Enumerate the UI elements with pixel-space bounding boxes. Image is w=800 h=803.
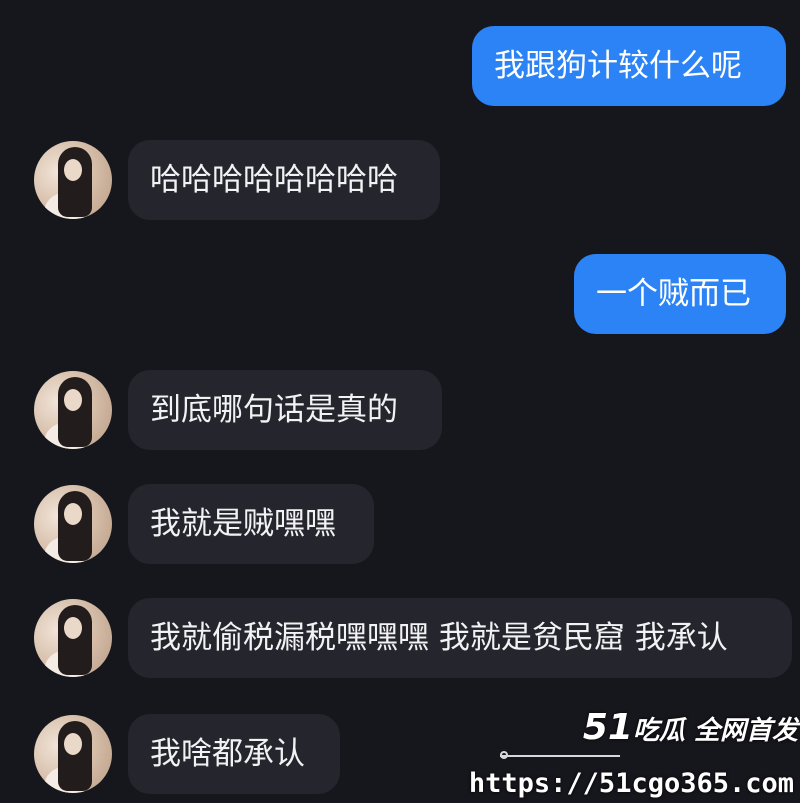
contact-avatar[interactable] (34, 599, 112, 677)
watermark-brand-text: 吃瓜 全网首发 (632, 716, 798, 746)
outgoing-message-bubble[interactable]: 我跟狗计较什么呢 (472, 26, 786, 106)
contact-avatar[interactable] (34, 371, 112, 449)
watermark-divider (500, 755, 620, 757)
incoming-message-bubble[interactable]: 我啥都承认 (128, 714, 340, 794)
watermark-url: https://51cgo365.com (468, 768, 794, 799)
site-watermark: 51吃瓜 全网首发 https://51cgo365.com (469, 703, 800, 803)
chat-thread: 我跟狗计较什么呢 哈哈哈哈哈哈哈哈 一个贼而已 到底哪句话是真的 我就是贼嘿嘿 … (0, 0, 800, 803)
watermark-brand: 51吃瓜 全网首发 (583, 707, 798, 748)
outgoing-message-bubble[interactable]: 一个贼而已 (574, 254, 786, 334)
incoming-message-bubble[interactable]: 到底哪句话是真的 (128, 370, 442, 450)
watermark-brand-number: 51 (582, 707, 633, 748)
incoming-message-bubble[interactable]: 我就是贼嘿嘿 (128, 484, 374, 564)
contact-avatar[interactable] (34, 715, 112, 793)
contact-avatar[interactable] (34, 485, 112, 563)
contact-avatar[interactable] (34, 141, 112, 219)
incoming-message-bubble[interactable]: 哈哈哈哈哈哈哈哈 (128, 140, 440, 220)
incoming-message-bubble[interactable]: 我就偷税漏税嘿嘿嘿 我就是贫民窟 我承认 (128, 598, 792, 678)
